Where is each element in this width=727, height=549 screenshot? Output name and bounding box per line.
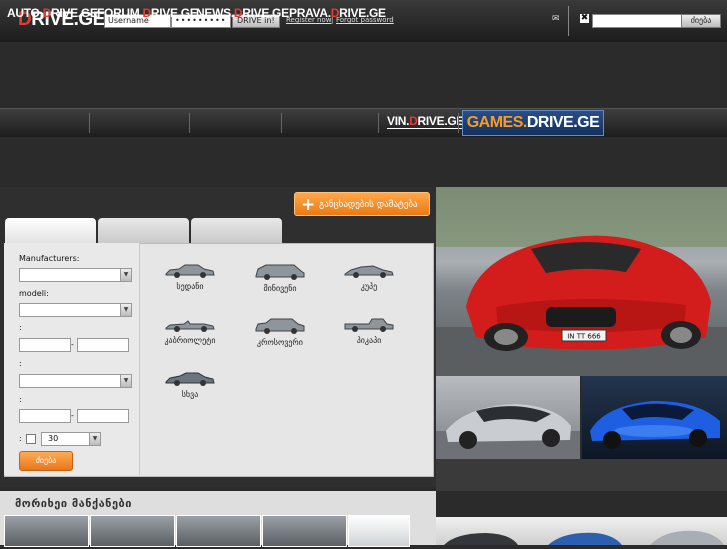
search-button[interactable]: ძიება (19, 451, 73, 471)
mail-icon[interactable]: ✉ (552, 14, 560, 24)
nav-divider (189, 113, 190, 133)
manufacturer-select[interactable]: ▼ (19, 268, 132, 282)
body-type-label: კუპე (360, 282, 378, 291)
silver-car-image (436, 404, 580, 459)
photo-strip (436, 459, 727, 491)
cabriolet-icon (165, 320, 215, 332)
price-label: : (19, 323, 22, 332)
year-to-input[interactable] (77, 409, 129, 423)
more-cars-title: მორიხეი მანქანები (15, 497, 132, 510)
body-type-sedan[interactable]: სედანი (150, 263, 230, 291)
minivan-icon (255, 264, 305, 280)
crossover-icon (255, 318, 305, 334)
price-to-input[interactable] (77, 338, 129, 352)
engine-label: : (19, 395, 22, 404)
body-type-other[interactable]: სხვა (150, 371, 230, 399)
body-type-pickup[interactable]: პიკაპი (329, 317, 409, 345)
chevron-down-icon: ▼ (89, 433, 100, 445)
site-search-input[interactable] (592, 14, 682, 28)
body-type-label: პიკაპი (356, 336, 382, 345)
nav-divider (89, 113, 90, 133)
body-type-coupe[interactable]: კუპე (329, 263, 409, 291)
blue-car-image (590, 400, 720, 449)
license-plate: IN TT 666 (567, 333, 601, 341)
range-dash: - (71, 340, 74, 349)
nav-vin[interactable]: VIN.DRIVE.GE (387, 114, 464, 129)
body-type-label: მინივენი (263, 284, 297, 293)
nav-news[interactable]: NEWS.DRIVE.GE (196, 6, 289, 20)
car-thumbnail[interactable] (348, 515, 410, 547)
count-select[interactable]: 30 ▼ (41, 432, 101, 446)
site-search-button[interactable]: ძიება (681, 14, 721, 28)
nav-auto[interactable]: AUTO.DRIVE.GE (7, 6, 98, 20)
carousel-cars (444, 530, 724, 545)
count-label: : (19, 434, 22, 443)
category-select[interactable]: ▼ (19, 374, 132, 388)
banner-area (0, 42, 727, 108)
sedan-icon (165, 264, 215, 278)
body-type-crossover[interactable]: კროსოვერი (240, 317, 320, 347)
filter-checkbox[interactable] (26, 434, 36, 444)
nav-prava[interactable]: PRAVA.DRIVE.GE (289, 6, 386, 20)
count-value: 30 (48, 434, 59, 443)
body-type-label: სხვა (181, 390, 199, 399)
manufacturers-label: Manufacturers: (19, 254, 80, 263)
car-photo-blue[interactable] (582, 376, 727, 459)
year-label: : (19, 359, 22, 368)
featured-car-photo[interactable]: IN TT 666 (436, 187, 727, 376)
pickup-icon (344, 318, 394, 332)
close-icon[interactable]: ✖ (580, 14, 589, 23)
tab-3[interactable] (191, 218, 282, 244)
tab-2[interactable] (98, 218, 189, 244)
chevron-down-icon: ▼ (120, 375, 131, 387)
tab-1[interactable] (5, 218, 96, 244)
model-select[interactable]: ▼ (19, 303, 132, 317)
main-nav (0, 108, 727, 138)
chevron-down-icon: ▼ (120, 269, 131, 281)
add-listing-button[interactable]: + განცხადების დამატება (294, 192, 430, 216)
red-car-image: IN TT 666 (436, 187, 727, 376)
car-thumbnail[interactable] (90, 515, 175, 547)
range-dash: - (71, 411, 74, 420)
year-from-input[interactable] (19, 409, 71, 423)
body-type-cabriolet[interactable]: კაბრიოლეტი (150, 317, 230, 345)
nav-forum[interactable]: FORUM.DRIVE.GE (97, 6, 198, 20)
plus-icon: + (301, 195, 316, 215)
nav-games[interactable]: GAMES.DRIVE.GE (462, 110, 604, 136)
car-thumbnail[interactable] (4, 515, 89, 547)
price-from-input[interactable] (19, 338, 71, 352)
coupe-icon (344, 265, 394, 278)
body-type-label: კაბრიოლეტი (164, 336, 216, 345)
other-car-icon (165, 372, 215, 386)
nav-divider (281, 113, 282, 133)
body-type-label: სედანი (176, 282, 204, 291)
car-thumbnail[interactable] (176, 515, 261, 547)
nav-divider (458, 113, 459, 133)
body-type-label: კროსოვერი (257, 338, 303, 347)
header-divider (568, 6, 569, 36)
nav-divider (378, 113, 379, 133)
car-carousel (436, 517, 727, 545)
model-label: modeli: (19, 289, 49, 298)
body-type-minivan[interactable]: მინივენი (240, 263, 320, 293)
car-photo-silver[interactable] (436, 376, 580, 459)
chevron-down-icon: ▼ (120, 304, 131, 316)
car-thumbnail[interactable] (262, 515, 347, 547)
content-spacer (0, 137, 727, 187)
